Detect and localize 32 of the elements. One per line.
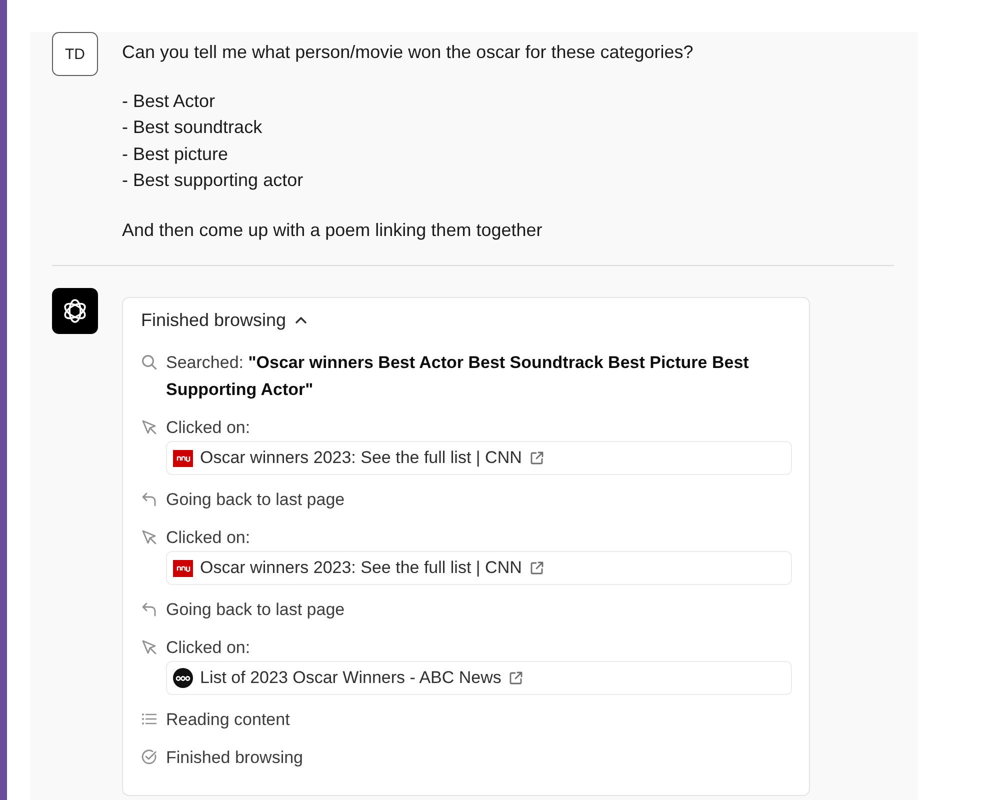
chevron-up-icon [295, 316, 308, 324]
message-text: And then come up with a poem linking them together [122, 218, 544, 242]
browsing-toggle[interactable]: Finished browsing [141, 307, 308, 333]
return-arrow-icon [141, 601, 157, 617]
external-link-icon [508, 670, 524, 686]
check-circle-icon [141, 749, 157, 765]
step-text: Clicked on: [166, 527, 250, 549]
knot-logo-icon [52, 288, 98, 334]
step-text: Reading content [166, 709, 290, 731]
external-link-icon [528, 560, 545, 576]
step-text: Finished browsing [166, 747, 304, 769]
cursor-arrow-icon [141, 419, 157, 435]
source-link[interactable]: List of 2023 Oscar Winners - ABC News [166, 661, 792, 695]
list-item: - Best soundtrack [122, 116, 264, 139]
cursor-arrow-icon [141, 529, 157, 545]
message-text: Can you tell me what person/movie won the oscar for these categories? [122, 41, 694, 64]
step-text: Going back to last page [166, 599, 345, 621]
step-text: Going back to last page [166, 489, 345, 511]
return-arrow-icon [141, 491, 157, 507]
step-text: Clicked on: [166, 637, 250, 659]
list-item: - Best supporting actor [122, 169, 304, 192]
list-item: - Best picture [122, 142, 230, 166]
external-link-icon [528, 450, 545, 466]
step-text: Clicked on: [166, 417, 250, 439]
source-link[interactable]: Oscar winners 2023: See the full list | CNN [166, 441, 792, 475]
cursor-arrow-icon [141, 639, 157, 655]
source-link[interactable]: Oscar winners 2023: See the full list | CNN [166, 551, 792, 585]
search-icon [141, 354, 157, 370]
list-item: - Best Actor [122, 90, 216, 112]
user-avatar: TD [52, 32, 98, 76]
list-icon [141, 711, 157, 727]
step-text: Searched: "Oscar winners Best Actor Best Soundtrack Best Picture Best Supporting Actor" [166, 352, 750, 401]
